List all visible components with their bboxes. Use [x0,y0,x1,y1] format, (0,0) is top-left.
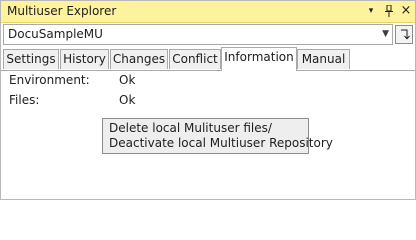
tab-label: Changes [112,52,166,66]
tab-label: History [63,52,106,66]
project-selector-row: DocuSampleMU ▼ [1,23,415,47]
multiuser-explorer-panel: Multiuser Explorer ▾ × DocuSampleMU ▼ Se… [0,0,416,200]
project-dropdown[interactable]: DocuSampleMU ▼ [3,24,393,45]
tab-conflict[interactable]: Conflict [169,49,221,69]
tab-information[interactable]: Information [221,47,297,71]
tab-settings[interactable]: Settings [3,49,59,69]
files-label: Files: [9,93,40,107]
environment-value: Ok [119,73,136,87]
close-icon[interactable]: × [398,3,414,19]
tab-label: Information [224,50,294,64]
tab-history[interactable]: History [60,49,109,69]
pin-icon[interactable] [381,3,397,19]
menu-item-line-2: Deactivate local Multiuser Repository [109,136,333,150]
delete-local-files-menu-item[interactable]: Delete local Mulituser files/ Deactivate… [109,121,333,151]
title-bar: Multiuser Explorer ▾ × [1,1,415,23]
chevron-down-icon[interactable]: ▾ [363,3,379,19]
panel-title: Multiuser Explorer [7,4,117,18]
tab-label: Settings [6,52,56,66]
context-menu: Delete local Mulituser files/ Deactivate… [102,118,333,154]
project-dropdown-value: DocuSampleMU [8,27,103,41]
files-value: Ok [119,93,136,107]
tab-manual[interactable]: Manual [297,49,350,69]
tab-changes[interactable]: Changes [110,49,168,69]
tab-strip: Settings History Changes Conflict Inform… [1,47,415,71]
chevron-down-icon: ▼ [382,29,389,39]
tab-label: Conflict [172,52,218,66]
refresh-icon [401,29,410,40]
menu-item-line-1: Delete local Mulituser files/ [109,121,272,135]
environment-label: Environment: [9,73,90,87]
tab-label: Manual [301,52,346,66]
refresh-button[interactable] [395,25,413,44]
